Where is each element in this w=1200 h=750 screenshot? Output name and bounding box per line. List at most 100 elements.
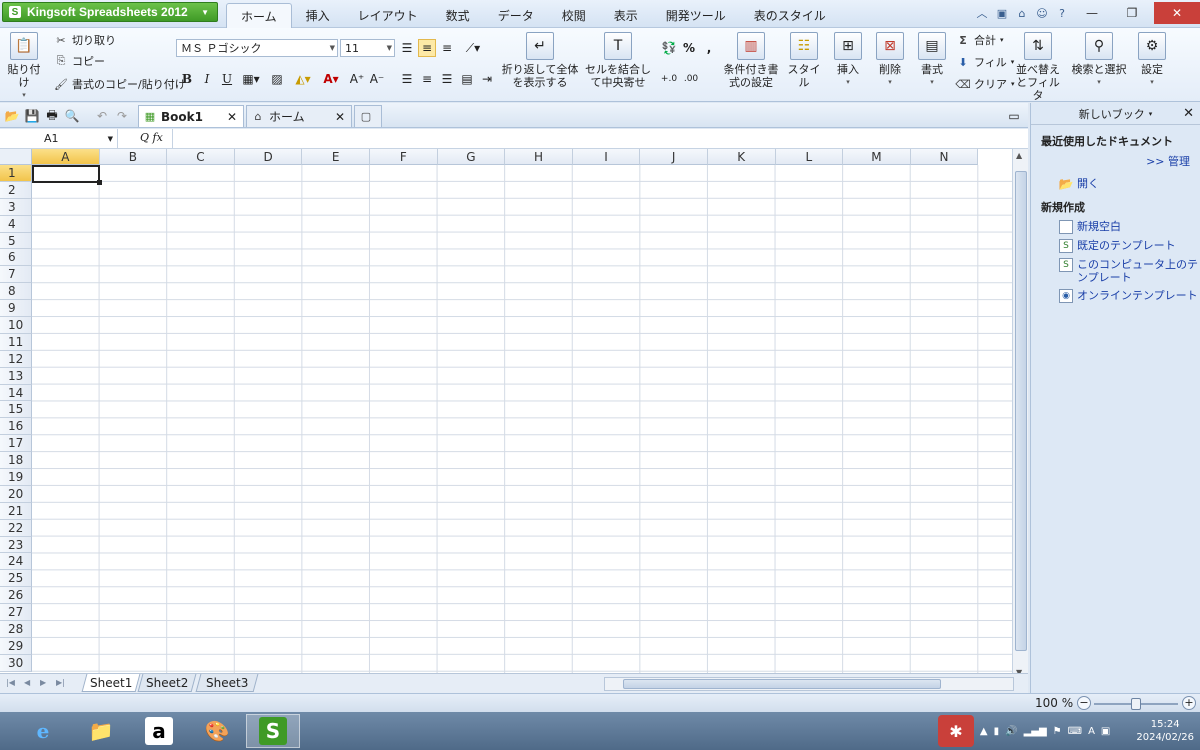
app-menu-button[interactable]: S Kingsoft Spreadsheets 2012 ▼ — [2, 2, 218, 22]
align-middle-icon[interactable]: ≡ — [418, 39, 436, 57]
fill-button[interactable]: ⬇ フィル ▾ — [956, 54, 1014, 70]
cell-format-icon[interactable]: ▨ — [268, 70, 286, 88]
sheet-tab-2[interactable]: Sheet2 — [137, 674, 197, 692]
shrink-font-button[interactable]: A⁻ — [368, 70, 386, 88]
row-header[interactable]: 5 — [0, 232, 32, 250]
tab-home[interactable]: ホーム — [226, 3, 292, 28]
row-header[interactable]: 27 — [0, 604, 32, 622]
indent-icon[interactable]: ⇥ — [478, 70, 496, 88]
horizontal-scroll-thumb[interactable] — [623, 679, 941, 689]
volume-icon[interactable]: 🔊 — [1005, 726, 1017, 737]
grow-font-button[interactable]: A⁺ — [348, 70, 366, 88]
bold-button[interactable]: B — [178, 70, 196, 88]
row-header[interactable]: 12 — [0, 350, 32, 368]
align-top-icon[interactable]: ☰ — [398, 39, 416, 57]
column-header[interactable]: J — [640, 149, 708, 165]
align-center-icon[interactable]: ≡ — [418, 70, 436, 88]
chevron-up-icon[interactable]: ︿ — [974, 5, 990, 21]
text-orientation-icon[interactable]: ⟋▾ — [460, 39, 486, 57]
row-header[interactable]: 15 — [0, 401, 32, 419]
column-header[interactable]: I — [572, 149, 641, 165]
column-header[interactable]: L — [775, 149, 844, 165]
app-tray-icon[interactable]: ✱ — [937, 715, 974, 747]
close-pane-icon[interactable]: ✕ — [1183, 106, 1194, 121]
skin-icon[interactable]: ☺ — [1034, 5, 1050, 21]
delete-cells-button[interactable]: ⊠ 削除 ▾ — [870, 32, 910, 89]
column-header[interactable]: G — [437, 149, 506, 165]
underline-button[interactable]: U — [218, 70, 236, 88]
font-color-button[interactable]: A ▾ — [318, 70, 344, 88]
vertical-scrollbar[interactable]: ▲ ▼ — [1012, 149, 1028, 679]
internet-explorer-icon[interactable]: e — [16, 714, 70, 748]
autosum-button[interactable]: Σ 合計 ▾ — [956, 32, 1003, 48]
row-header[interactable]: 7 — [0, 266, 32, 284]
restore-pane-icon[interactable]: ▭ — [1006, 108, 1022, 124]
settings-button[interactable]: ⚙ 設定 ▾ — [1132, 32, 1172, 89]
kingsoft-spreadsheets-taskbar-icon[interactable]: S — [246, 714, 300, 748]
format-cells-button[interactable]: ▤ 書式 ▾ — [912, 32, 952, 89]
online-templates-link[interactable]: ◉ オンラインテンプレート — [1031, 289, 1200, 303]
row-header[interactable]: 30 — [0, 654, 32, 672]
close-button[interactable]: ✕ — [1154, 2, 1200, 24]
close-tab-icon[interactable]: ✕ — [335, 110, 345, 124]
insert-cells-button[interactable]: ⊞ 挿入 ▾ — [828, 32, 868, 89]
name-box[interactable]: A1 ▼ — [0, 129, 118, 148]
sheet-tab-3[interactable]: Sheet3 — [195, 674, 259, 692]
column-header[interactable]: M — [843, 149, 911, 165]
row-header[interactable]: 9 — [0, 300, 32, 318]
home-icon[interactable]: ⌂ — [1014, 5, 1030, 21]
insert-function-icon[interactable]: fx — [153, 131, 163, 144]
active-cell-a1[interactable] — [32, 165, 102, 185]
ime-icon[interactable]: A — [1088, 726, 1095, 737]
font-name-select[interactable]: ＭＳ Ｐゴシック ▼ — [176, 39, 338, 57]
tab-insert[interactable]: 挿入 — [292, 3, 344, 28]
copy-button[interactable]: ⎘ コピー — [54, 53, 105, 69]
percent-button[interactable]: % — [680, 39, 698, 57]
row-header[interactable]: 17 — [0, 435, 32, 453]
row-header[interactable]: 14 — [0, 384, 32, 402]
clear-button[interactable]: ⌫ クリア ▾ — [955, 76, 1014, 92]
row-header[interactable]: 29 — [0, 637, 32, 655]
increase-decimal-icon[interactable]: +.0 — [660, 70, 678, 88]
tab-review[interactable]: 校閲 — [548, 3, 600, 28]
undo-icon[interactable]: ↶ — [94, 108, 110, 124]
builtin-templates-link[interactable]: S 既定のテンプレート — [1031, 239, 1200, 253]
currency-icon[interactable]: 💱 — [660, 39, 678, 57]
tab-developer[interactable]: 開発ツール — [652, 3, 740, 28]
borders-icon[interactable]: ▦▾ — [238, 70, 264, 88]
justify-icon[interactable]: ▤ — [458, 70, 476, 88]
cells-area[interactable] — [32, 165, 1012, 673]
align-right-icon[interactable]: ☰ — [438, 70, 456, 88]
row-header[interactable]: 18 — [0, 452, 32, 470]
align-bottom-icon[interactable]: ≡ — [438, 39, 456, 57]
paste-button[interactable]: 📋 貼り付け ▾ — [4, 32, 44, 102]
cut-button[interactable]: ✂ 切り取り — [54, 32, 116, 48]
align-left-icon[interactable]: ☰ — [398, 70, 416, 88]
task-pane-header[interactable]: 新しいブック ▾ ✕ — [1031, 103, 1200, 125]
local-templates-link[interactable]: S このコンピュータ上のテンプレート — [1031, 258, 1200, 284]
minimize-button[interactable]: — — [1074, 2, 1110, 24]
tab-view[interactable]: 表示 — [600, 3, 652, 28]
row-header[interactable]: 8 — [0, 283, 32, 301]
row-header[interactable]: 19 — [0, 469, 32, 486]
next-sheet-icon[interactable]: ▶ — [40, 678, 46, 687]
column-header[interactable]: C — [167, 149, 235, 165]
row-header[interactable]: 10 — [0, 317, 32, 334]
doc-tab-home[interactable]: ⌂ ホーム ✕ — [246, 105, 352, 127]
manage-link[interactable]: >> 管理 — [1031, 153, 1200, 169]
row-header[interactable]: 24 — [0, 553, 32, 571]
row-header[interactable]: 13 — [0, 367, 32, 385]
open-folder-icon[interactable]: 📂 — [4, 108, 20, 124]
horizontal-scrollbar[interactable] — [604, 677, 1014, 691]
row-header[interactable]: 21 — [0, 502, 32, 520]
zoom-in-button[interactable]: + — [1182, 696, 1196, 710]
row-header[interactable]: 11 — [0, 333, 32, 351]
vertical-scroll-thumb[interactable] — [1015, 171, 1027, 651]
column-header[interactable]: D — [234, 149, 303, 165]
column-header[interactable]: N — [910, 149, 979, 165]
tab-formulas[interactable]: 数式 — [432, 3, 484, 28]
row-header[interactable]: 2 — [0, 181, 32, 199]
sheet-tab-1[interactable]: Sheet1 — [81, 674, 141, 692]
file-explorer-icon[interactable]: 📁 — [74, 714, 128, 748]
clock[interactable]: 15:24 2024/02/26 — [1136, 718, 1194, 744]
